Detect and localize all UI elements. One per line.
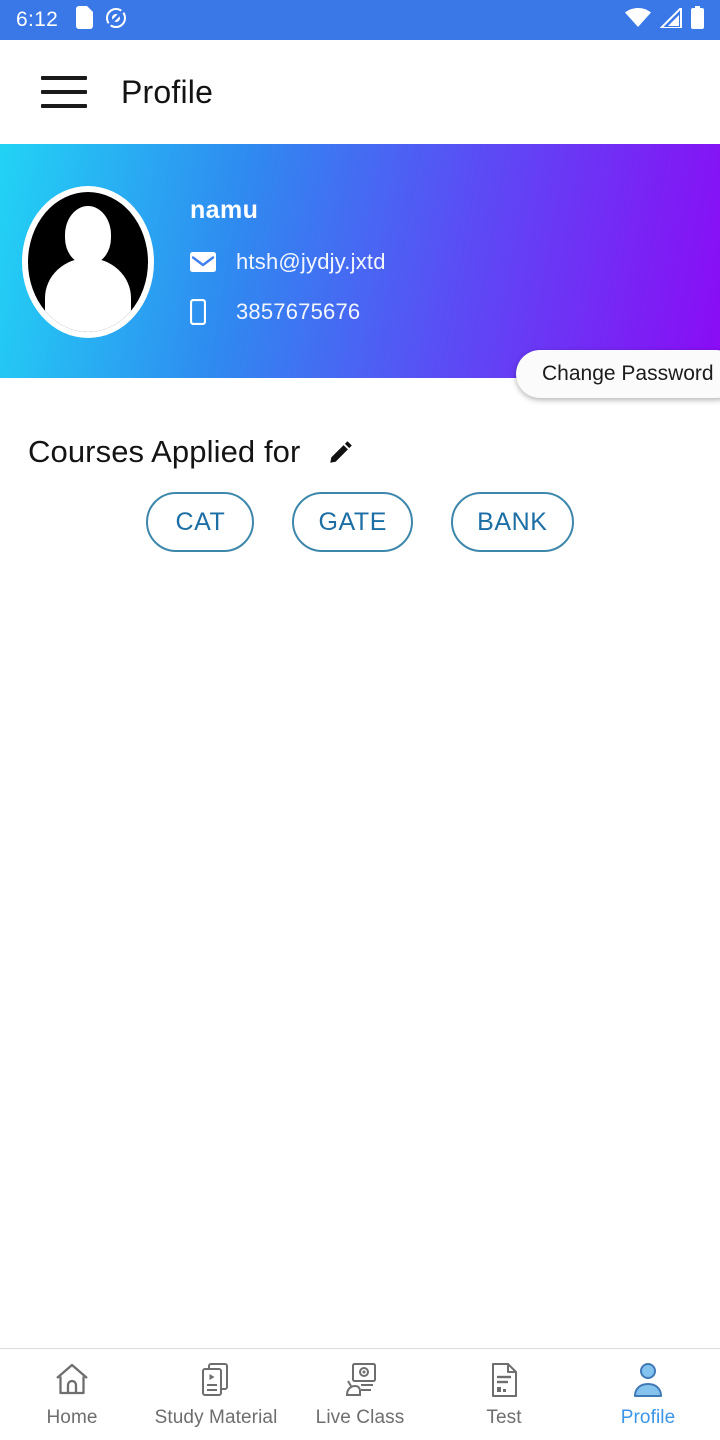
sim-card-icon — [76, 6, 94, 34]
nav-label-test: Test — [486, 1407, 522, 1428]
nav-item-live-class[interactable]: Live Class — [288, 1349, 432, 1440]
app-screen: 6:12 Profile namu htsh@jydjy.jxtd 385767… — [0, 0, 720, 1440]
battery-icon — [691, 6, 704, 34]
bottom-navigation: Home Study Material Live Class Test Prof… — [0, 1348, 720, 1440]
nav-item-test[interactable]: Test — [432, 1349, 576, 1440]
nav-label-study-material: Study Material — [154, 1407, 278, 1428]
status-bar-clock: 6:12 — [16, 8, 59, 31]
profile-email-row: htsh@jydjy.jxtd — [190, 249, 386, 275]
documents-icon — [197, 1360, 235, 1400]
status-bar-right-icons — [625, 5, 704, 34]
profile-email: htsh@jydjy.jxtd — [236, 249, 386, 274]
profile-header: namu htsh@jydjy.jxtd 3857675676 — [0, 144, 720, 378]
avatar[interactable] — [22, 186, 154, 338]
hamburger-menu-icon[interactable] — [41, 76, 87, 108]
mobile-phone-icon — [190, 299, 220, 325]
signal-icon — [658, 5, 682, 33]
profile-name: namu — [190, 196, 259, 224]
profile-phone-row: 3857675676 — [190, 299, 386, 325]
nav-label-home: Home — [46, 1407, 98, 1428]
wifi-icon — [625, 7, 651, 33]
status-bar: 6:12 — [0, 0, 720, 40]
nav-item-study-material[interactable]: Study Material — [144, 1349, 288, 1440]
courses-heading-row: Courses Applied for — [28, 434, 356, 470]
home-icon — [53, 1360, 91, 1400]
data-saver-icon — [105, 7, 127, 34]
status-bar-left-icons — [76, 6, 127, 34]
profile-phone: 3857675676 — [236, 299, 361, 324]
pencil-edit-icon[interactable] — [326, 437, 356, 467]
profile-identity: namu htsh@jydjy.jxtd 3857675676 — [190, 196, 386, 325]
courses-heading: Courses Applied for — [28, 434, 301, 469]
page-title: Profile — [121, 73, 214, 110]
default-user-avatar — [28, 192, 148, 332]
app-bar: Profile — [0, 40, 720, 144]
nav-item-home[interactable]: Home — [0, 1349, 144, 1440]
nav-label-profile: Profile — [620, 1407, 676, 1428]
nav-item-profile[interactable]: Profile — [576, 1349, 720, 1440]
nav-label-live-class: Live Class — [315, 1407, 405, 1428]
course-chip-bank[interactable]: BANK — [451, 492, 574, 552]
person-icon — [631, 1360, 665, 1400]
course-chip-gate[interactable]: GATE — [292, 492, 414, 552]
live-class-icon — [341, 1360, 379, 1400]
envelope-icon — [190, 252, 220, 272]
change-password-button[interactable]: Change Password — [516, 350, 720, 398]
course-chip-cat[interactable]: CAT — [146, 492, 255, 552]
courses-chip-list: CAT GATE BANK — [0, 492, 720, 552]
test-paper-icon — [487, 1360, 521, 1400]
